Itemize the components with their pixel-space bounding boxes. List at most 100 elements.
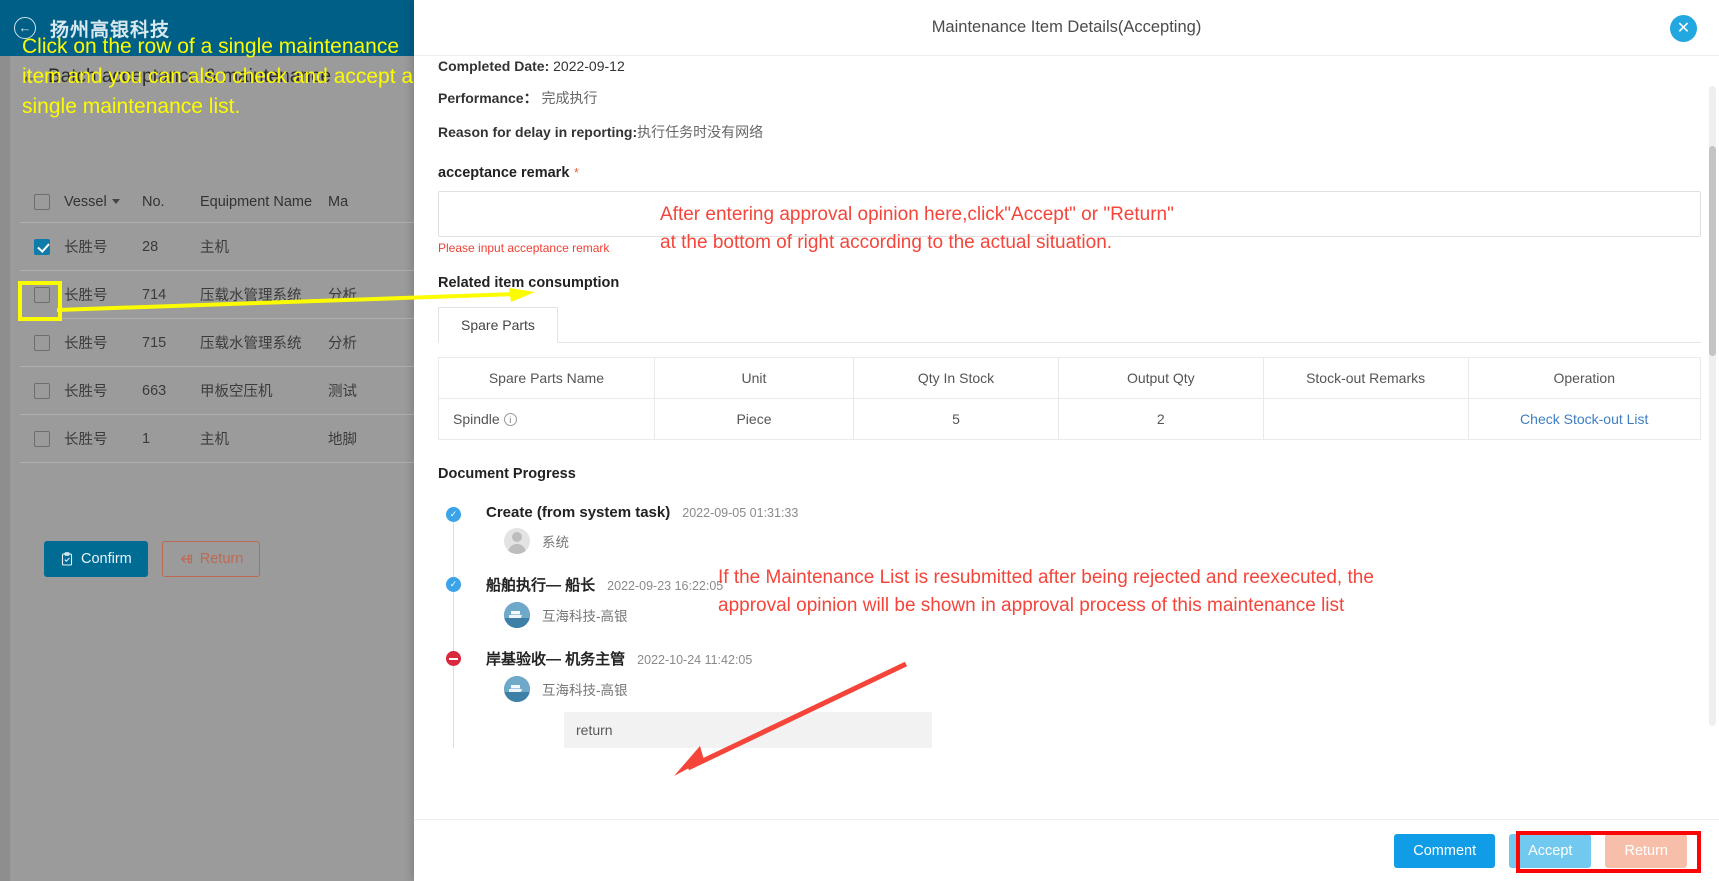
row-checkbox-cell[interactable] — [20, 382, 64, 399]
clipboard-icon — [60, 552, 74, 566]
row-checkbox[interactable] — [34, 334, 50, 351]
cell-no: 663 — [142, 382, 167, 399]
col-stock-out-remarks: Stock-out Remarks — [1262, 357, 1469, 399]
cell-vessel: 长胜号 — [64, 432, 108, 448]
progress-timeline: ✓ Create (from system task) 2022-09-05 0… — [438, 504, 1701, 748]
cell-unit: Piece — [653, 398, 855, 440]
node-user: 系统 — [542, 535, 569, 550]
check-stock-out-list-link[interactable]: Check Stock-out List — [1520, 411, 1648, 427]
cell-no: 28 — [142, 238, 159, 255]
modal-footer: Comment Accept Return — [414, 819, 1719, 881]
bulk-action-buttons: Confirm Return — [44, 541, 261, 577]
completed-date-label: Completed Date: — [438, 58, 550, 74]
spare-parts-row: Spindle i Piece 5 2 Check Stock-out List — [438, 398, 1701, 440]
node-user: 互海科技-高银 — [542, 609, 628, 624]
related-item-consumption-title: Related item consumption — [438, 275, 620, 291]
checkbox-highlight-box — [18, 281, 62, 321]
spare-parts-tabs: Spare Parts — [438, 307, 1701, 343]
required-asterisk: * — [573, 165, 579, 180]
node-time: 2022-10-24 11:42:05 — [637, 653, 753, 667]
return-arrow-icon — [179, 552, 193, 566]
comment-button[interactable]: Comment — [1394, 833, 1496, 868]
col-vessel-label: Vessel — [64, 193, 107, 210]
modal-header: Maintenance Item Details(Accepting) ✕ — [414, 0, 1719, 56]
acceptance-remark-group: acceptance remark * Please input accepta… — [438, 164, 1701, 255]
node-title: Create (from system task) — [486, 504, 671, 521]
progress-node: 岸基验收— 机务主管 2022-10-24 11:42:05 互海科技-高银 r… — [446, 648, 1701, 748]
node-title: 岸基验收— 机务主管 — [486, 651, 626, 668]
close-icon[interactable]: ✕ — [1670, 15, 1697, 42]
acceptance-remark-label: acceptance remark — [438, 165, 570, 181]
col-unit: Unit — [653, 357, 855, 399]
cell-vessel: 长胜号 — [64, 336, 108, 352]
select-all-checkbox[interactable] — [34, 193, 50, 210]
document-progress-section: Document Progress ✓ Create (from system … — [438, 466, 1701, 748]
cell-vessel: 长胜号 — [64, 240, 108, 256]
page-title-row: ← Batch acceptance & maintenance — [20, 66, 331, 88]
select-all-cell[interactable] — [20, 193, 64, 210]
left-rail — [0, 56, 10, 881]
cell-no: 1 — [142, 430, 151, 447]
node-title: 船舶执行— 船长 — [486, 577, 596, 594]
completed-date-row: Completed Date: 2022-09-12 — [438, 58, 1701, 74]
document-progress-title: Document Progress — [438, 466, 576, 482]
cell-spare-parts-name: Spindle i — [438, 398, 655, 440]
progress-node: ✓ Create (from system task) 2022-09-05 0… — [446, 504, 1701, 554]
cell-equipment: 主机 — [200, 432, 229, 448]
performance-label: Performance： — [438, 90, 538, 106]
check-circle-icon: ✓ — [446, 507, 461, 522]
row-checkbox-cell[interactable] — [20, 430, 64, 447]
scrollbar-thumb[interactable] — [1709, 146, 1716, 356]
ship-avatar — [504, 676, 530, 702]
cell-vessel: 长胜号 — [64, 384, 108, 400]
delay-reason-row: Reason for delay in reporting:执行任务时没有网络 — [438, 122, 1701, 142]
progress-node: ✓ 船舶执行— 船长 2022-09-23 16:22:05 互海科技-高银 — [446, 574, 1701, 628]
col-no: No. — [142, 193, 165, 210]
row-checkbox[interactable] — [34, 382, 50, 399]
bulk-return-button[interactable]: Return — [161, 541, 261, 577]
col-operation: Operation — [1467, 357, 1701, 399]
col-output-qty: Output Qty — [1057, 357, 1264, 399]
modal-scrollbar[interactable] — [1709, 86, 1716, 726]
spare-parts-header-row: Spare Parts Name Unit Qty In Stock Outpu… — [438, 357, 1701, 399]
col-qty-in-stock: Qty In Stock — [853, 357, 1059, 399]
reject-circle-icon — [446, 651, 461, 666]
confirm-button-label: Confirm — [81, 551, 132, 567]
spare-parts-table: Spare Parts Name Unit Qty In Stock Outpu… — [438, 357, 1701, 440]
page-title: Batch acceptance & maintenance — [48, 66, 332, 87]
spare-parts-name-text: Spindle — [453, 411, 500, 427]
cell-output-qty: 2 — [1057, 398, 1264, 440]
ship-avatar — [504, 602, 530, 628]
row-checkbox-cell[interactable] — [20, 334, 64, 351]
sort-caret-icon[interactable] — [111, 199, 120, 205]
return-button[interactable]: Return — [1605, 833, 1687, 868]
confirm-button[interactable]: Confirm — [44, 541, 148, 577]
performance-row: Performance： 完成执行 — [438, 88, 1701, 108]
person-avatar — [504, 528, 530, 554]
acceptance-remark-input[interactable] — [438, 191, 1701, 237]
row-checkbox-cell[interactable] — [20, 238, 64, 255]
completed-date-value: 2022-09-12 — [553, 58, 625, 74]
performance-value: 完成执行 — [541, 90, 598, 106]
acceptance-remark-error: Please input acceptance remark — [438, 241, 610, 255]
back-arrow-icon[interactable]: ← — [20, 66, 39, 88]
cell-stock-out-remarks — [1262, 398, 1469, 440]
cell-equipment: 压载水管理系统 — [200, 336, 302, 352]
cell-operation: Check Stock-out List — [1467, 398, 1701, 440]
cell-no: 715 — [142, 334, 167, 351]
col-equipment: Equipment Name — [200, 193, 313, 210]
row-checkbox[interactable] — [34, 238, 50, 255]
node-time: 2022-09-05 01:31:33 — [682, 506, 799, 520]
node-comment: return — [564, 712, 932, 748]
delay-reason-value: 执行任务时没有网络 — [637, 124, 764, 140]
accept-button[interactable]: Accept — [1509, 833, 1592, 868]
node-time: 2022-09-23 16:22:05 — [607, 579, 724, 593]
cell-equipment: 甲板空压机 — [200, 384, 273, 400]
bulk-return-button-label: Return — [199, 551, 244, 567]
back-circle-icon[interactable]: ← — [14, 17, 36, 39]
cell-equipment: 主机 — [200, 240, 229, 256]
info-circle-icon[interactable]: i — [503, 413, 517, 426]
col-vessel[interactable]: Vessel — [64, 194, 142, 210]
row-checkbox[interactable] — [34, 430, 50, 447]
col-spare-parts-name: Spare Parts Name — [438, 357, 655, 399]
